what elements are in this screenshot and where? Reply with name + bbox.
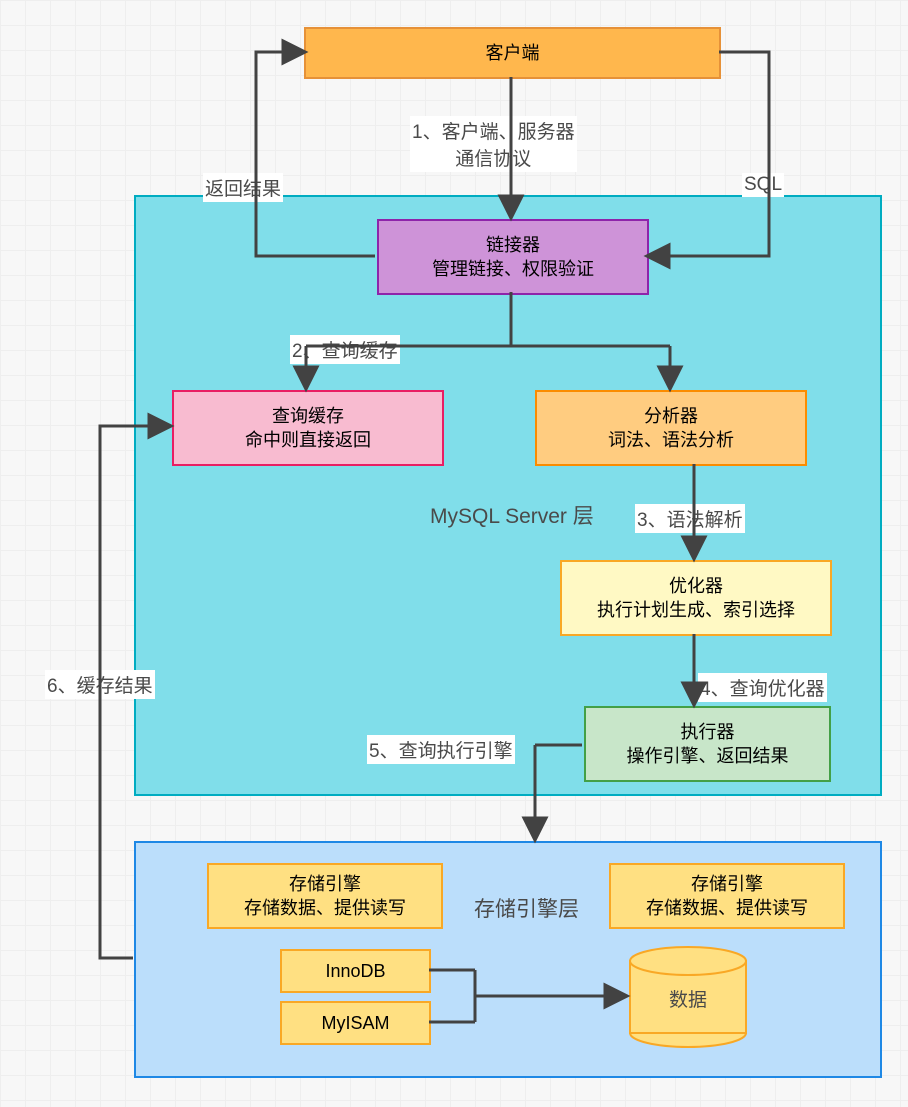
engine2-box: 存储引擎 存储数据、提供读写 <box>609 863 845 929</box>
client-box: 客户端 <box>304 27 721 79</box>
label-sql: SQL <box>742 173 784 197</box>
optimizer-sub: 执行计划生成、索引选择 <box>597 598 795 622</box>
cache-title: 查询缓存 <box>272 404 344 428</box>
engine1-title: 存储引擎 <box>289 872 361 896</box>
label-5: 5、查询执行引擎 <box>367 735 515 764</box>
label-2: 2、查询缓存 <box>290 335 400 364</box>
analyzer-title: 分析器 <box>644 404 698 428</box>
analyzer-box: 分析器 词法、语法分析 <box>535 390 807 466</box>
innodb-label: InnoDB <box>325 959 385 983</box>
engine1-box: 存储引擎 存储数据、提供读写 <box>207 863 443 929</box>
label-6: 6、缓存结果 <box>45 670 155 699</box>
storage-layer-label: 存储引擎层 <box>474 893 579 923</box>
analyzer-sub: 词法、语法分析 <box>608 428 734 452</box>
innodb-box: InnoDB <box>280 949 431 993</box>
engine1-sub: 存储数据、提供读写 <box>244 896 406 920</box>
connector-box: 链接器 管理链接、权限验证 <box>377 219 649 295</box>
engine2-title: 存储引擎 <box>691 872 763 896</box>
cache-box: 查询缓存 命中则直接返回 <box>172 390 444 466</box>
data-cylinder-label: 数据 <box>628 985 748 1012</box>
executor-box: 执行器 操作引擎、返回结果 <box>584 706 831 782</box>
label-return: 返回结果 <box>203 173 283 202</box>
optimizer-title: 优化器 <box>669 574 723 598</box>
engine2-sub: 存储数据、提供读写 <box>646 896 808 920</box>
server-layer-label: MySQL Server 层 <box>430 500 594 530</box>
label-4: 4、查询优化器 <box>698 673 827 702</box>
myisam-box: MyISAM <box>280 1001 431 1045</box>
client-title: 客户端 <box>486 41 540 65</box>
label-3: 3、语法解析 <box>635 504 745 533</box>
optimizer-box: 优化器 执行计划生成、索引选择 <box>560 560 832 636</box>
label-1: 1、客户端、服务器 通信协议 <box>410 116 577 172</box>
executor-title: 执行器 <box>681 720 735 744</box>
cache-sub: 命中则直接返回 <box>245 428 371 452</box>
connector-sub: 管理链接、权限验证 <box>432 257 594 281</box>
connector-title: 链接器 <box>486 233 540 257</box>
executor-sub: 操作引擎、返回结果 <box>627 744 789 768</box>
myisam-label: MyISAM <box>321 1011 389 1035</box>
